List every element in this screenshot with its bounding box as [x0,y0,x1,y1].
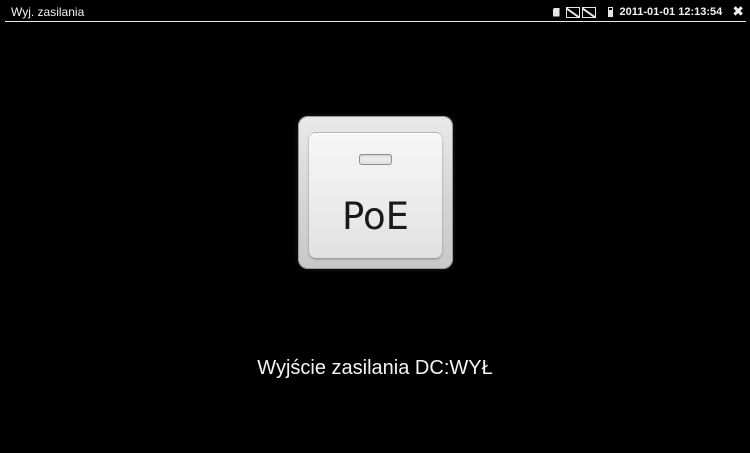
network-disconnected-icon [581,6,596,18]
close-icon[interactable]: ✖ [732,5,744,19]
battery-icon [607,7,613,17]
status-area: 2011-01-01 12:13:54 ✖ [552,4,744,20]
poe-status-led [359,154,392,165]
poe-button-face[interactable]: PoE [309,133,442,258]
network-disconnected-icon [565,6,580,18]
sd-card-icon [552,7,560,17]
window-title: Wyj. zasilania [11,5,85,19]
title-bar: Wyj. zasilania 2011-01-01 12:13:54 ✖ [0,0,750,22]
poe-toggle-button[interactable]: PoE [298,116,453,269]
poe-button-label: PoE [341,195,409,238]
power-output-status-text: Wyjście zasilania DC:WYŁ [257,357,493,379]
datetime-display: 2011-01-01 12:13:54 [619,6,723,18]
title-divider [5,21,746,22]
